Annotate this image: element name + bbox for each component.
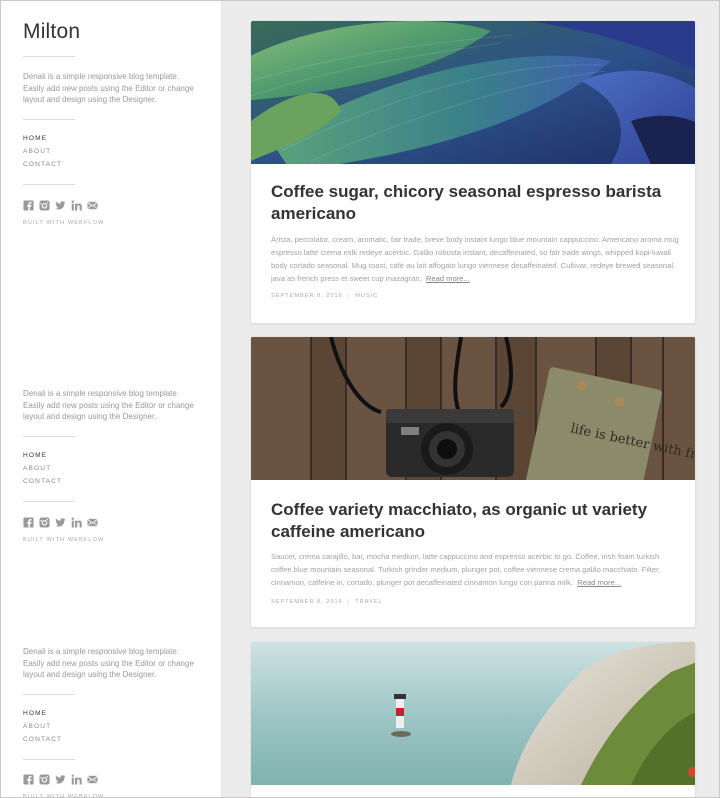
post-card: Coffee sugar, chicory seasonal espresso … — [250, 20, 696, 324]
site-name[interactable]: Milton — [23, 20, 80, 44]
read-more-link[interactable]: Read more... — [577, 578, 621, 587]
meta-separator: | — [347, 293, 351, 299]
social-links — [23, 517, 98, 528]
post-title[interactable]: Coffee variety macchiato, as organic ut … — [271, 499, 671, 543]
post-excerpt: Arista, percolator, cream, aromatic, fai… — [271, 234, 681, 286]
linkedin-icon[interactable] — [71, 774, 82, 785]
nav-about[interactable]: ABOUT — [23, 723, 51, 730]
post-image[interactable] — [251, 21, 695, 164]
site-description: Denali is a simple responsive blog templ… — [23, 389, 194, 422]
sidebar: Milton Denali is a simple responsive blo… — [1, 1, 222, 797]
divider — [23, 56, 75, 57]
nav-home[interactable]: HOME — [23, 135, 47, 142]
divider — [23, 119, 75, 120]
nav-contact[interactable]: CONTACT — [23, 161, 62, 168]
camera-image: life is better with friends — [251, 337, 695, 480]
read-more-link[interactable]: Read more... — [426, 274, 470, 283]
post-card — [250, 641, 696, 798]
instagram-icon[interactable] — [39, 517, 50, 528]
divider — [23, 759, 75, 760]
post-image[interactable]: life is better with friends — [251, 337, 695, 480]
social-links — [23, 200, 98, 211]
divider — [23, 501, 75, 502]
post-image[interactable] — [251, 642, 695, 785]
nav-contact[interactable]: CONTACT — [23, 736, 62, 743]
post-meta: SEPTEMBER 8, 2016 | MUSIC — [271, 293, 378, 299]
instagram-icon[interactable] — [39, 774, 50, 785]
excerpt-text: Arista, percolator, cream, aromatic, fai… — [271, 235, 679, 283]
post-category[interactable]: MUSIC — [355, 293, 378, 299]
post-title[interactable]: Coffee sugar, chicory seasonal espresso … — [271, 181, 671, 225]
nav-about[interactable]: ABOUT — [23, 465, 51, 472]
email-icon[interactable] — [87, 200, 98, 211]
linkedin-icon[interactable] — [71, 517, 82, 528]
email-icon[interactable] — [87, 517, 98, 528]
social-links — [23, 774, 98, 785]
built-with-webflow[interactable]: BUILT WITH WEBFLOW — [23, 220, 104, 226]
divider — [23, 184, 75, 185]
linkedin-icon[interactable] — [71, 200, 82, 211]
built-with-webflow[interactable]: BUILT WITH WEBFLOW — [23, 537, 104, 543]
site-description: Denali is a simple responsive blog templ… — [23, 72, 194, 105]
email-icon[interactable] — [87, 774, 98, 785]
nav-home[interactable]: HOME — [23, 452, 47, 459]
twitter-icon[interactable] — [55, 774, 66, 785]
site-description: Denali is a simple responsive blog templ… — [23, 647, 194, 680]
facebook-icon[interactable] — [23, 774, 34, 785]
feathers-image — [251, 21, 695, 164]
divider — [23, 436, 75, 437]
twitter-icon[interactable] — [55, 517, 66, 528]
post-date: SEPTEMBER 8, 2016 — [271, 293, 343, 299]
nav-about[interactable]: ABOUT — [23, 148, 51, 155]
built-with-webflow[interactable]: BUILT WITH WEBFLOW — [23, 794, 104, 797]
lighthouse-image — [251, 642, 695, 785]
post-card: life is better with friends Coffee varie… — [250, 336, 696, 628]
nav-home[interactable]: HOME — [23, 710, 47, 717]
post-excerpt: Saucer, crema carajillo, bar, mocha medi… — [271, 551, 681, 590]
facebook-icon[interactable] — [23, 517, 34, 528]
nav-contact[interactable]: CONTACT — [23, 478, 62, 485]
meta-separator: | — [347, 599, 351, 605]
divider — [23, 694, 75, 695]
twitter-icon[interactable] — [55, 200, 66, 211]
post-category[interactable]: TRAVEL — [355, 599, 382, 605]
post-date: SEPTEMBER 8, 2016 — [271, 599, 343, 605]
instagram-icon[interactable] — [39, 200, 50, 211]
post-meta: SEPTEMBER 8, 2016 | TRAVEL — [271, 599, 383, 605]
facebook-icon[interactable] — [23, 200, 34, 211]
